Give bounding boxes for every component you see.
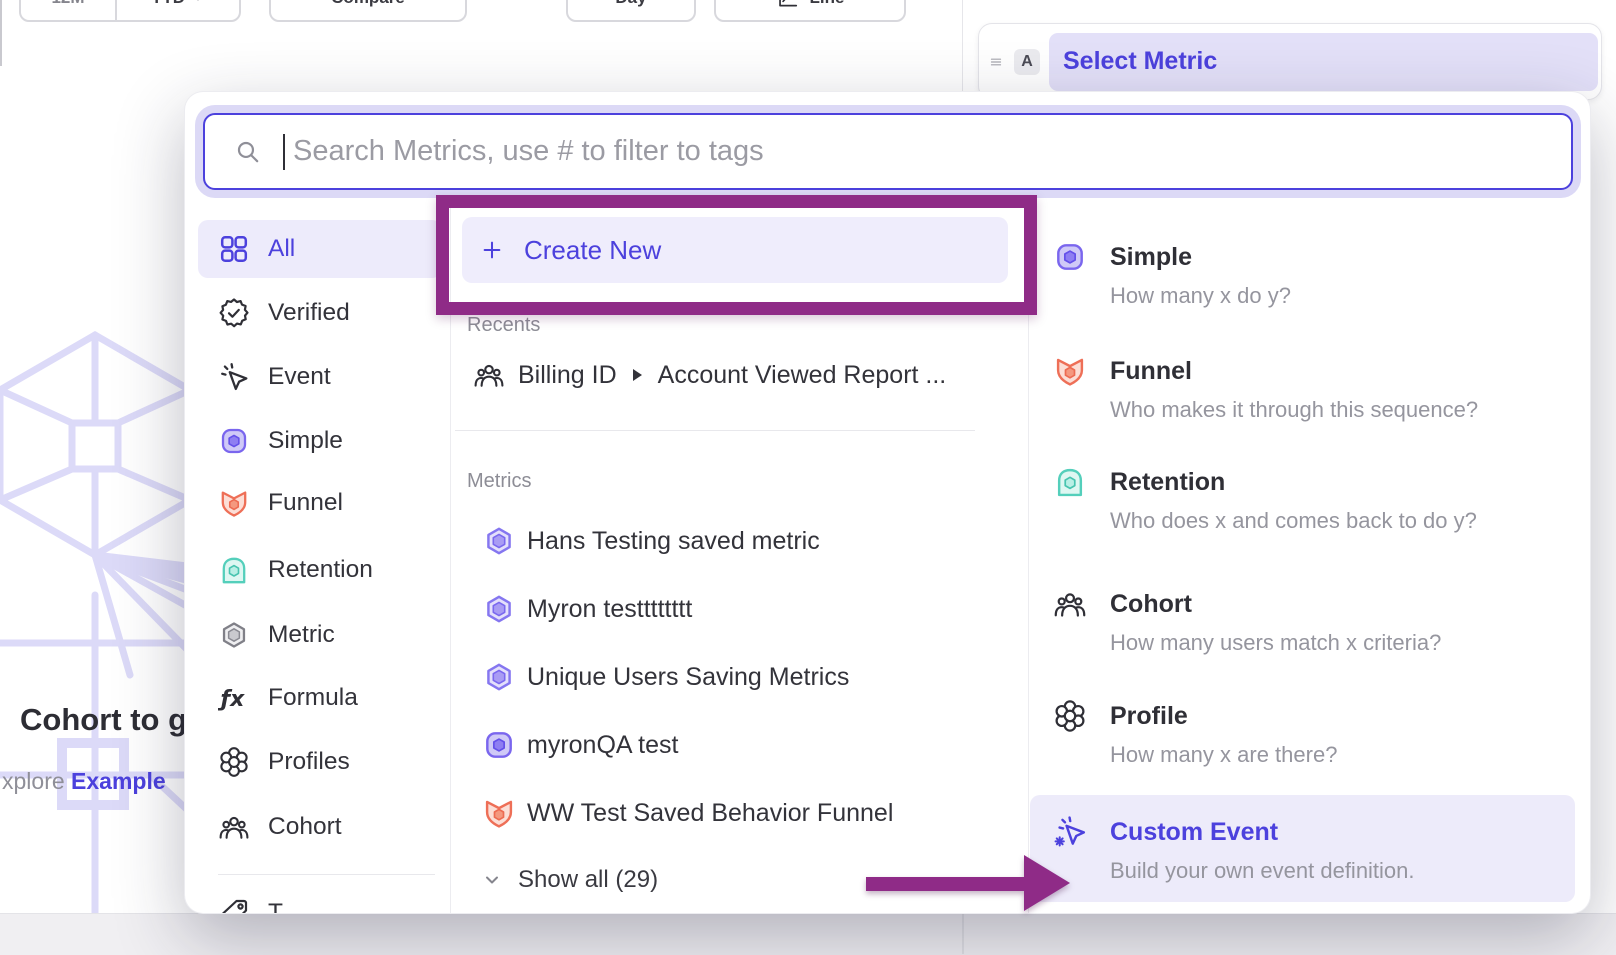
retention-icon (1053, 465, 1087, 499)
grid-icon (218, 233, 250, 265)
interval-day-button[interactable]: Day (566, 0, 696, 22)
category-retention[interactable]: Retention (198, 541, 442, 599)
select-metric-button[interactable]: Select Metric (1049, 33, 1598, 91)
category-funnel[interactable]: Funnel (198, 474, 442, 532)
event-cursor-icon (218, 361, 250, 393)
category-event[interactable]: Event (198, 348, 442, 406)
chevron-down-icon (482, 870, 502, 890)
metrics-section-label: Metrics (467, 470, 531, 493)
metric-hexagon-icon (218, 619, 250, 651)
category-verified[interactable]: Verified (198, 284, 442, 342)
panel-divider-bottom (962, 913, 964, 954)
section-divider (455, 430, 975, 431)
formula-icon (218, 682, 250, 714)
type-custom-event[interactable]: Custom Event Build your own event defini… (1053, 817, 1415, 884)
metric-hexagon-icon (482, 592, 516, 626)
metric-item[interactable]: WW Test Saved Behavior Funnel (482, 796, 893, 830)
metric-item[interactable]: Myron testttttttt (482, 592, 692, 626)
funnel-icon (218, 487, 250, 519)
category-profiles[interactable]: Profiles (198, 733, 442, 791)
simple-metric-icon (1053, 240, 1087, 274)
show-all-button[interactable]: Show all (29) (482, 866, 658, 894)
compare-button[interactable]: Compare (269, 0, 467, 22)
date-range-group[interactable]: 12M YTD (19, 0, 241, 22)
funnel-icon (482, 796, 516, 830)
recent-item[interactable]: Billing ID Account Viewed Report ... (473, 359, 946, 391)
category-metric[interactable]: Metric (198, 606, 442, 664)
explore-prefix: xplore (2, 768, 65, 794)
canvas-subtext: xplore Example (2, 768, 166, 795)
type-simple[interactable]: Simple How many x do y? (1053, 242, 1291, 309)
metric-hexagon-icon (482, 524, 516, 558)
cohort-people-icon (218, 811, 250, 843)
example-link[interactable]: Example (71, 768, 166, 794)
search-field (203, 113, 1573, 190)
cohort-people-icon (1053, 587, 1087, 621)
drag-handle-icon[interactable] (987, 53, 1005, 71)
type-funnel[interactable]: Funnel Who makes it through this sequenc… (1053, 356, 1478, 423)
cohort-people-icon (473, 359, 505, 391)
metric-item[interactable]: Hans Testing saved metric (482, 524, 820, 558)
tag-icon (218, 897, 250, 913)
verified-badge-icon (218, 297, 250, 329)
category-cohort[interactable]: Cohort (198, 798, 442, 856)
category-simple[interactable]: Simple (198, 412, 442, 470)
profiles-flower-icon (1053, 699, 1087, 733)
breadcrumb-triangle-icon (633, 369, 642, 381)
category-all[interactable]: All (198, 220, 442, 278)
simple-metric-icon (482, 728, 516, 762)
search-input[interactable] (205, 115, 1571, 188)
custom-event-icon (1053, 815, 1087, 849)
type-profile[interactable]: Profile How many x are there? (1053, 701, 1337, 768)
type-retention[interactable]: Retention Who does x and comes back to d… (1053, 467, 1477, 534)
category-tags-partial[interactable]: T (198, 884, 442, 913)
canvas-heading: Cohort to ge (20, 702, 204, 738)
type-cohort[interactable]: Cohort How many users match x criteria? (1053, 589, 1441, 656)
range-12m-button[interactable]: 12M (21, 0, 115, 20)
category-formula[interactable]: Formula (198, 669, 442, 727)
sidebar-divider (218, 874, 435, 875)
funnel-icon (1053, 354, 1087, 388)
chart-type-line-button[interactable]: Line (714, 0, 906, 22)
line-chart-icon (776, 0, 800, 10)
page-bottom-strip (0, 913, 1616, 955)
chevron-down-icon (191, 0, 205, 5)
row-letter-badge: A (1014, 49, 1040, 75)
annotation-highlight-box (436, 195, 1037, 315)
range-ytd-button[interactable]: YTD (115, 0, 239, 20)
profiles-flower-icon (218, 746, 250, 778)
metric-hexagon-icon (482, 660, 516, 694)
recents-section-label: Recents (467, 314, 540, 337)
window-edge (0, 0, 2, 66)
annotation-arrow-icon (858, 846, 1073, 916)
metric-item[interactable]: myronQA test (482, 728, 678, 762)
metric-builder-row: A Select Metric (978, 23, 1602, 100)
metric-item[interactable]: Unique Users Saving Metrics (482, 660, 849, 694)
simple-metric-icon (218, 425, 250, 457)
retention-icon (218, 554, 250, 586)
